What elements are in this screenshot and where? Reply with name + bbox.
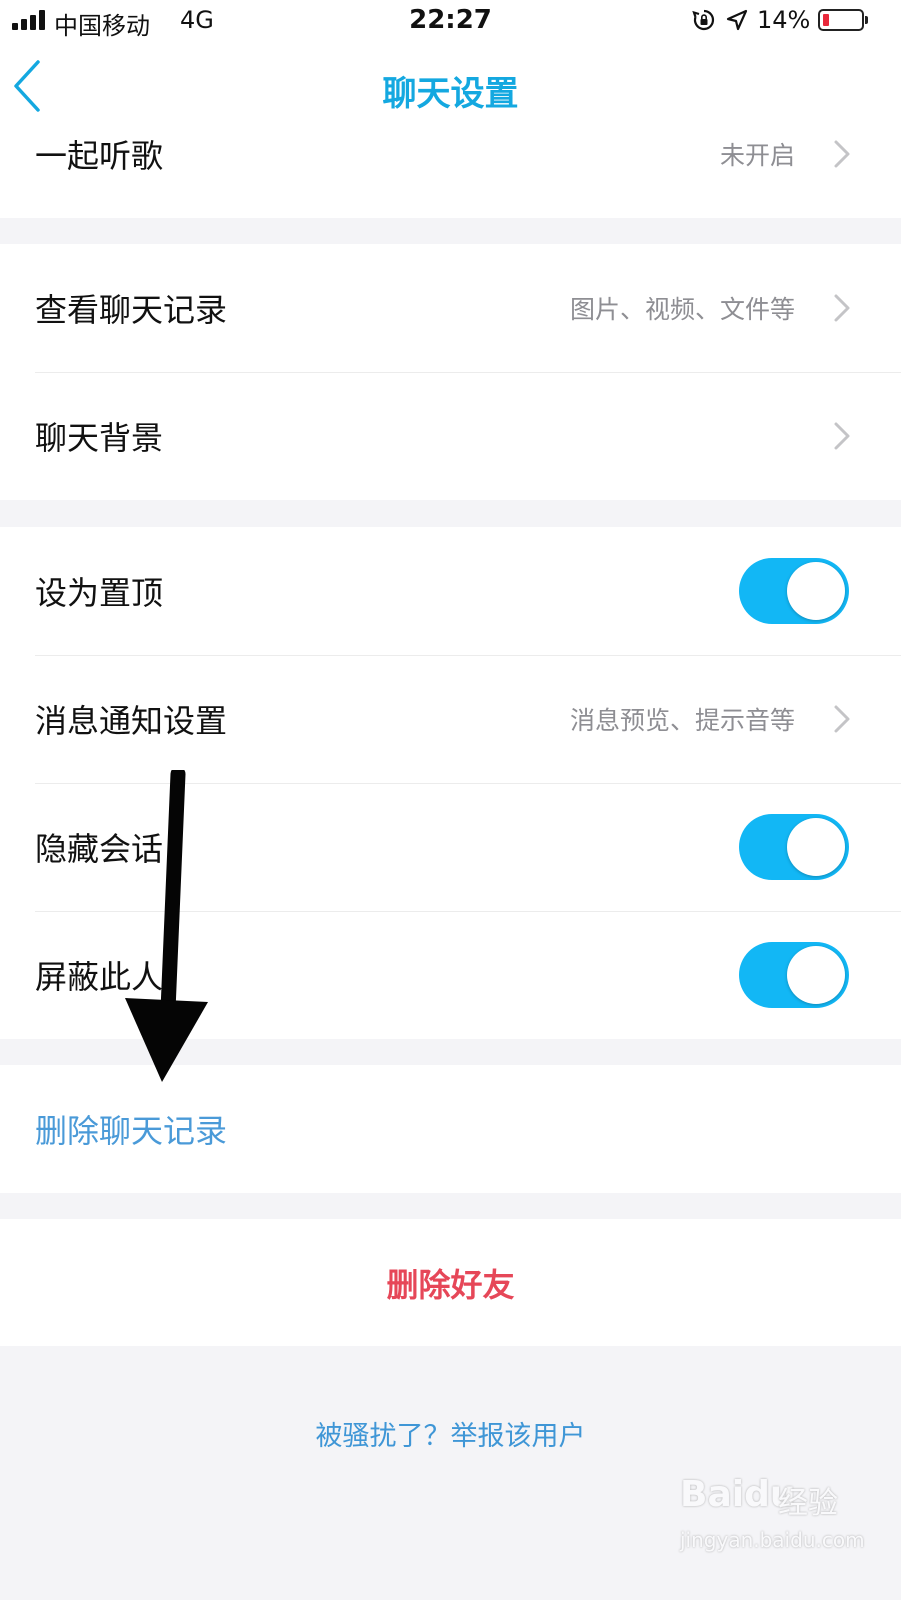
notification-settings-row[interactable]: 消息通知设置 消息预览、提示音等 [0, 655, 901, 783]
settings-group-delete-friend: 删除好友 [0, 1219, 901, 1346]
battery-percent: 14% [757, 6, 811, 34]
report-user-link[interactable]: 被骚扰了？举报该用户 [0, 1414, 901, 1453]
view-history-label: 查看聊天记录 [35, 291, 228, 329]
status-bar: 中国移动 4G 22:27 14% [0, 0, 901, 42]
view-history-row[interactable]: 查看聊天记录 图片、视频、文件等 [0, 244, 901, 372]
location-icon [726, 9, 748, 31]
orientation-lock-icon [692, 9, 715, 31]
chat-background-label: 聊天背景 [35, 419, 164, 457]
delete-friend-button[interactable]: 删除好友 [0, 1260, 901, 1306]
chevron-right-icon [834, 705, 850, 733]
annotation-arrow-icon [125, 770, 208, 1082]
battery-icon [818, 9, 868, 31]
delete-friend-row[interactable]: 删除好友 [0, 1219, 901, 1346]
chat-background-row[interactable]: 聊天背景 [0, 372, 901, 500]
block-user-toggle[interactable] [739, 942, 849, 1008]
settings-group-music: 一起听歌 未开启 [0, 132, 901, 218]
hide-conversation-toggle[interactable] [739, 814, 849, 880]
chevron-right-icon [834, 140, 850, 168]
notification-settings-value: 消息预览、提示音等 [569, 706, 795, 735]
notification-settings-label: 消息通知设置 [35, 702, 228, 740]
view-history-value: 图片、视频、文件等 [569, 295, 795, 324]
pin-top-toggle[interactable] [739, 558, 849, 624]
settings-group-history: 查看聊天记录 图片、视频、文件等 聊天背景 [0, 244, 901, 500]
watermark-url: jingyan.baidu.com [680, 1528, 865, 1552]
chevron-right-icon [834, 422, 850, 450]
delete-history-button[interactable]: 删除聊天记录 [35, 1106, 227, 1152]
listen-together-value: 未开启 [719, 141, 795, 170]
watermark-jingyan: 经验 [778, 1486, 838, 1521]
chevron-right-icon [834, 294, 850, 322]
pin-top-row: 设为置顶 [0, 527, 901, 655]
listen-together-row[interactable]: 一起听歌 未开启 [0, 90, 901, 218]
pin-top-label: 设为置顶 [35, 574, 164, 612]
baidu-jingyan-watermark: Baidu 经验 jingyan.baidu.com [672, 1468, 872, 1568]
listen-together-label: 一起听歌 [35, 137, 164, 175]
